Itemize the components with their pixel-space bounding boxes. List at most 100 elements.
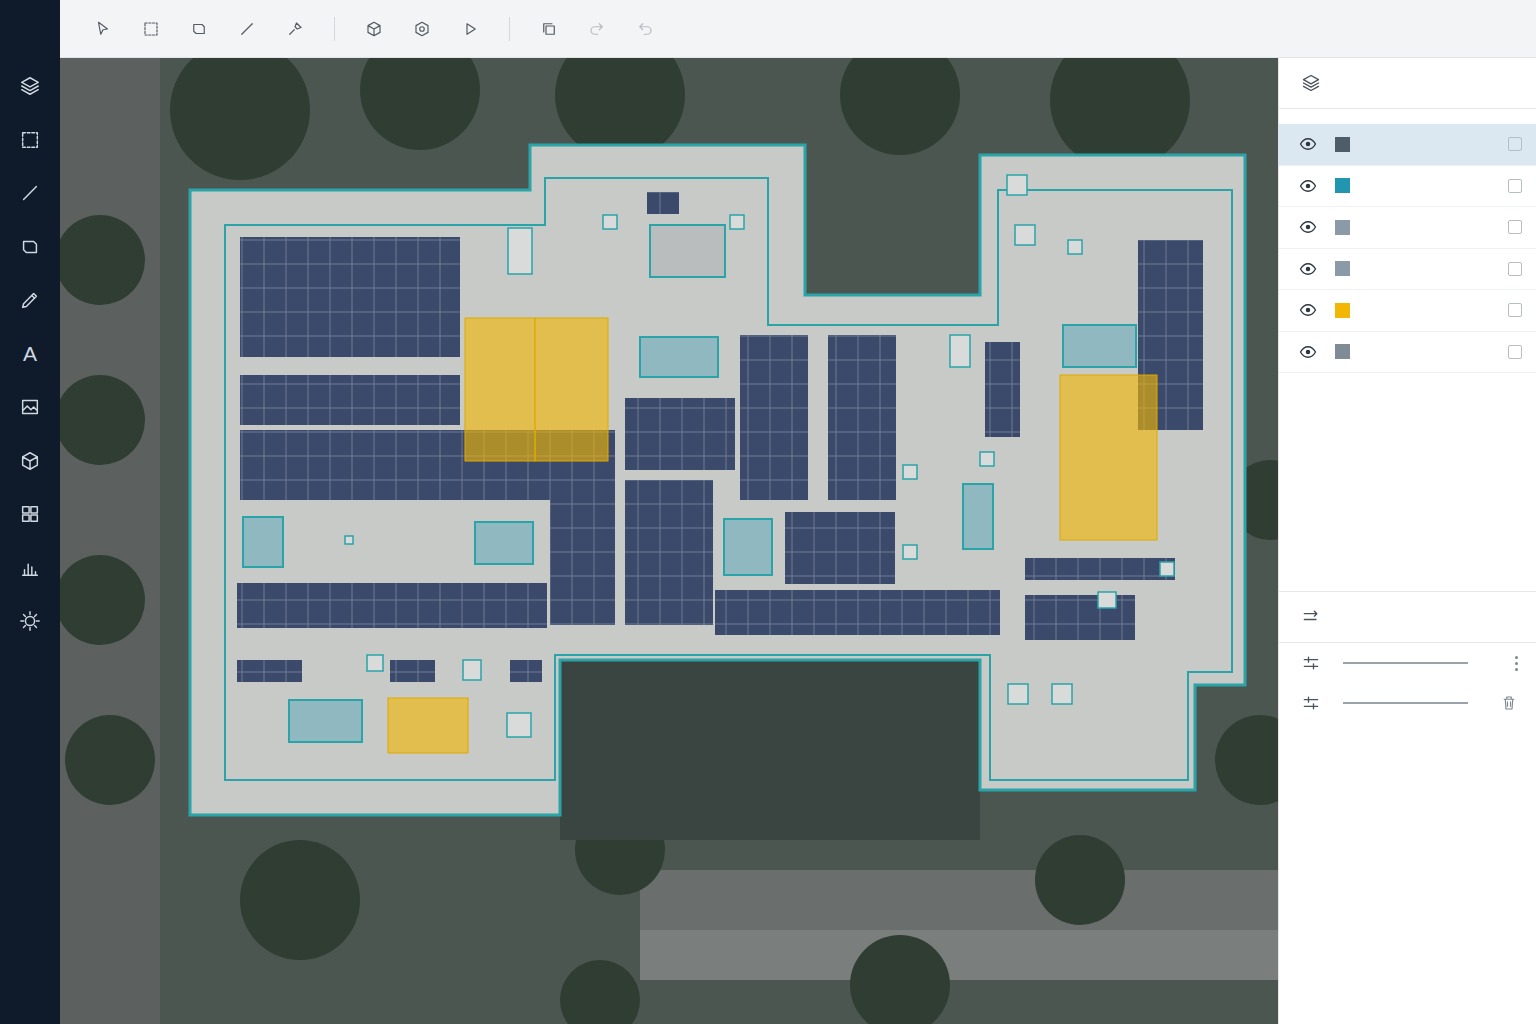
solar-panel-array[interactable]: [510, 660, 542, 682]
layer-checkbox[interactable]: [1508, 179, 1522, 193]
equipment-highlight[interactable]: [465, 318, 535, 461]
roof-vent[interactable]: [508, 228, 532, 274]
line-icon[interactable]: [238, 20, 256, 38]
pen-icon[interactable]: [286, 20, 304, 38]
roof-vent[interactable]: [903, 465, 917, 479]
roof-vent[interactable]: [980, 452, 994, 466]
solar-panel-array[interactable]: [1025, 595, 1135, 640]
layer-list: [1279, 109, 1536, 591]
solar-panel-array[interactable]: [785, 512, 895, 584]
eye-icon[interactable]: [1299, 218, 1317, 236]
roof-vent[interactable]: [345, 536, 353, 544]
equipment-highlight[interactable]: [388, 698, 468, 753]
solar-panel-array[interactable]: [240, 237, 460, 357]
skylight[interactable]: [475, 522, 533, 564]
cube-icon[interactable]: [365, 20, 383, 38]
roof-vent[interactable]: [1160, 562, 1174, 576]
redo-icon[interactable]: [588, 20, 606, 38]
roof-vent[interactable]: [463, 660, 481, 680]
solar-panel-array[interactable]: [237, 583, 547, 628]
skylight[interactable]: [640, 337, 718, 377]
layer-row[interactable]: [1279, 166, 1536, 208]
polygon-icon[interactable]: [190, 20, 208, 38]
layer-row[interactable]: [1279, 290, 1536, 332]
layer-checkbox[interactable]: [1508, 137, 1522, 151]
solar-panel-array[interactable]: [1025, 558, 1175, 580]
solar-panel-array[interactable]: [625, 398, 735, 470]
eye-icon[interactable]: [1299, 301, 1317, 319]
solar-panel-array[interactable]: [715, 590, 1000, 635]
sidebar-layers-button[interactable]: [18, 74, 42, 98]
layer-checkbox[interactable]: [1508, 220, 1522, 234]
copy-icon[interactable]: [540, 20, 558, 38]
roof-vent[interactable]: [367, 655, 383, 671]
solar-panel-array[interactable]: [740, 335, 808, 500]
skylight[interactable]: [963, 484, 993, 549]
eye-icon[interactable]: [1299, 177, 1317, 195]
undo-icon[interactable]: [636, 20, 654, 38]
eye-icon[interactable]: [1299, 260, 1317, 278]
roof-vent[interactable]: [903, 545, 917, 559]
hvac-unit[interactable]: [650, 225, 725, 277]
layer-checkbox[interactable]: [1508, 345, 1522, 359]
sidebar-polygon-button[interactable]: [18, 235, 42, 259]
solar-panel-array[interactable]: [237, 660, 302, 682]
sidebar-image-button[interactable]: [18, 395, 42, 419]
more-icon[interactable]: [1515, 656, 1518, 671]
sidebar-gear-button[interactable]: [18, 609, 42, 633]
solar-panel-array[interactable]: [550, 480, 615, 625]
equipment-highlight[interactable]: [535, 318, 608, 461]
solar-panel-array[interactable]: [240, 375, 460, 425]
play-icon[interactable]: [461, 20, 479, 38]
roof-vent[interactable]: [603, 215, 617, 229]
layer-checkbox[interactable]: [1508, 262, 1522, 276]
roof-outline[interactable]: [190, 145, 1245, 815]
layer-row[interactable]: [1279, 124, 1536, 166]
parapet-outline[interactable]: [225, 178, 1232, 780]
align-icon: [1301, 693, 1321, 713]
skylight[interactable]: [289, 700, 362, 742]
property-slider[interactable]: [1343, 662, 1468, 664]
solar-panel-array[interactable]: [647, 192, 679, 214]
hex-icon[interactable]: [413, 20, 431, 38]
roof-vent[interactable]: [1007, 175, 1027, 195]
roof-vent[interactable]: [950, 335, 970, 367]
layer-color-swatch: [1335, 178, 1350, 193]
property-slider[interactable]: [1343, 702, 1468, 704]
sidebar-grid-button[interactable]: [18, 502, 42, 526]
layer-row[interactable]: [1279, 332, 1536, 374]
solar-panel-array[interactable]: [985, 342, 1020, 437]
eye-icon[interactable]: [1299, 135, 1317, 153]
roof-vent[interactable]: [1015, 225, 1035, 245]
sidebar-cube-button[interactable]: [18, 449, 42, 473]
trash-icon[interactable]: [1500, 694, 1518, 712]
tree: [1050, 58, 1190, 170]
roof-vent[interactable]: [1008, 684, 1028, 704]
sidebar-chart-button[interactable]: [18, 556, 42, 580]
skylight[interactable]: [243, 517, 283, 567]
map-canvas[interactable]: [60, 58, 1278, 1024]
solar-panel-array[interactable]: [828, 335, 896, 500]
solar-panel-array[interactable]: [390, 660, 435, 682]
solar-panel-array[interactable]: [625, 480, 713, 625]
select-icon[interactable]: [142, 20, 160, 38]
aerial-photo: [60, 58, 1278, 1024]
roof-vent[interactable]: [1068, 240, 1082, 254]
sidebar-text-button[interactable]: A: [18, 342, 42, 366]
layer-row[interactable]: [1279, 249, 1536, 291]
layer-checkbox[interactable]: [1508, 303, 1522, 317]
layer-row[interactable]: [1279, 207, 1536, 249]
skylight[interactable]: [1063, 325, 1136, 367]
sidebar-select-button[interactable]: [18, 128, 42, 152]
pointer-icon[interactable]: [94, 20, 112, 38]
sidebar: A: [0, 0, 60, 1024]
equipment-highlight[interactable]: [1060, 375, 1157, 540]
skylight[interactable]: [724, 519, 772, 575]
roof-vent[interactable]: [1052, 684, 1072, 704]
sidebar-line-button[interactable]: [18, 181, 42, 205]
roof-vent[interactable]: [507, 713, 531, 737]
roof-vent[interactable]: [1098, 592, 1116, 608]
eye-icon[interactable]: [1299, 343, 1317, 361]
roof-vent[interactable]: [730, 215, 744, 229]
sidebar-pencil-button[interactable]: [18, 288, 42, 312]
